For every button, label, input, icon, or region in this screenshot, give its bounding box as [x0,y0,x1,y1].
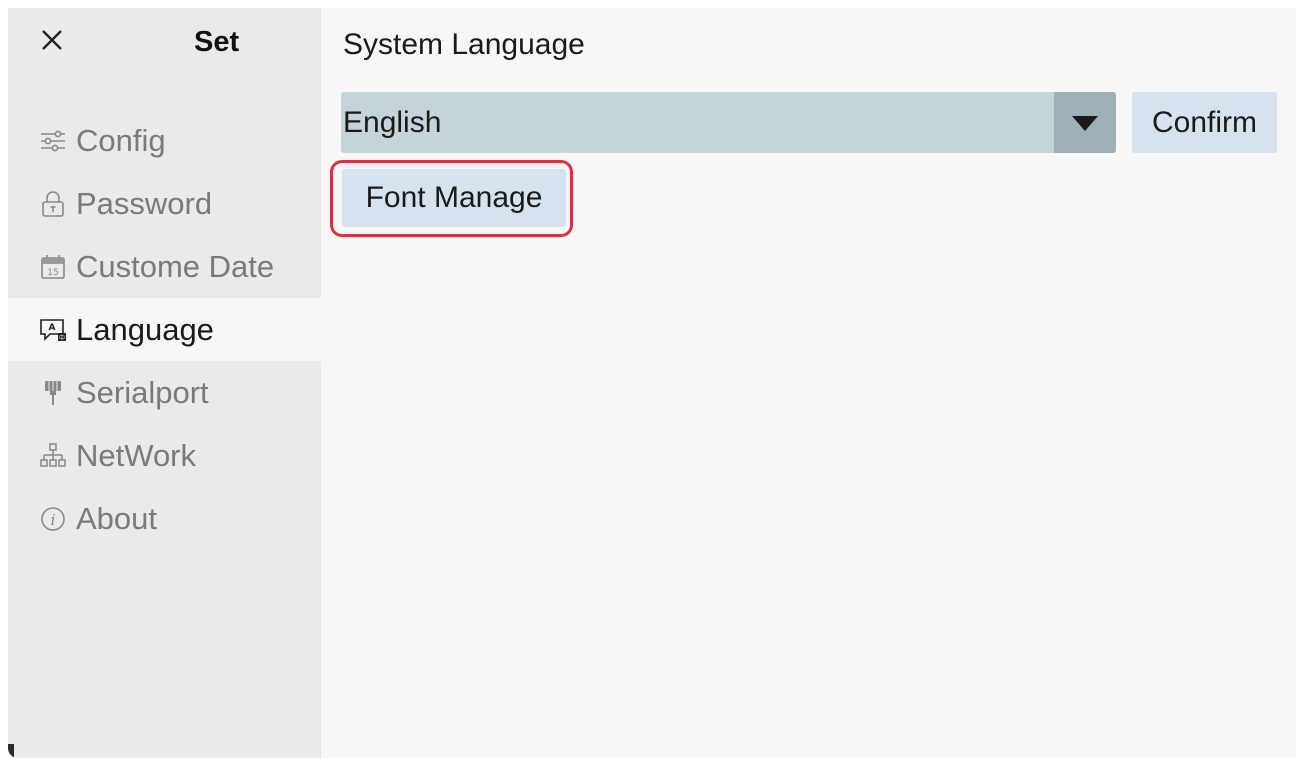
language-select[interactable]: English [341,92,1116,153]
language-select-value: English [343,105,442,139]
sidebar-item-label: About [76,500,158,536]
sidebar-item-label: Custome Date [76,248,275,284]
sidebar-item-label: Serialport [76,374,209,410]
sidebar-item-network[interactable]: NetWork [8,424,321,487]
serial-plug-icon [45,380,61,405]
sidebar-item-label: Password [76,185,213,221]
info-icon: i [41,506,65,531]
main-panel: System Language English Confirm Font Man… [321,8,1296,758]
confirm-button[interactable]: Confirm [1132,92,1277,153]
calendar-icon: 15 [41,254,65,279]
sidebar-item-config[interactable]: Config [8,109,321,172]
sidebar-item-custome-date[interactable]: 15 Custome Date [8,235,321,298]
sidebar-nav: Config Password 15 Custome Date A 中 Lang… [8,109,321,550]
sidebar-header: Set [8,8,321,78]
svg-text:中: 中 [59,334,65,342]
sidebar-item-label: Language [76,311,214,347]
sidebar-item-serialport[interactable]: Serialport [8,361,321,424]
svg-text:A: A [49,323,56,333]
caret-down-icon [1072,115,1098,131]
sidebar-item-language[interactable]: A 中 Language [8,298,321,361]
font-manage-button[interactable]: Font Manage [342,169,566,227]
sidebar-item-about[interactable]: i About [8,487,321,550]
svg-text:15: 15 [47,268,58,278]
lock-icon [42,190,64,217]
network-icon [40,442,66,467]
sidebar-item-label: NetWork [76,437,197,473]
dropdown-arrow[interactable] [1054,92,1116,153]
close-icon[interactable] [38,26,66,54]
language-icon: A 中 [40,318,66,342]
settings-window: Set Config Password 15 Custome Date A 中 … [8,8,1296,758]
sidebar-title: Set [194,26,240,58]
svg-text:i: i [51,511,56,529]
system-language-label: System Language [343,28,585,61]
sliders-icon [41,130,65,151]
sidebar-item-label: Config [76,122,166,158]
sidebar: Set Config Password 15 Custome Date A 中 … [8,8,321,758]
sidebar-item-password[interactable]: Password [8,172,321,235]
